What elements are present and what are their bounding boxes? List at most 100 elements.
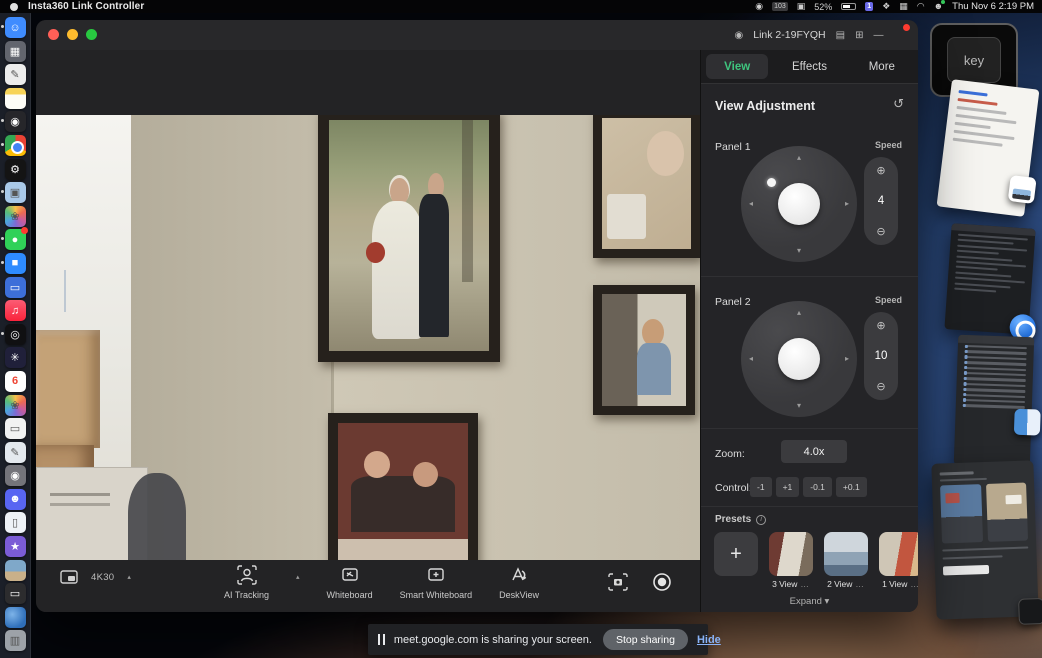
smart-whiteboard-button[interactable]: Smart Whiteboard [400, 564, 473, 600]
dock-item-calendar[interactable]: 6 [5, 371, 26, 392]
joystick-left-icon[interactable]: ◂ [749, 354, 753, 363]
preset-more-icon[interactable]: … [910, 579, 918, 589]
tab-view[interactable]: View [706, 54, 768, 79]
speed-decrease-icon[interactable]: ⊖ [876, 380, 885, 393]
dock-item-finder[interactable]: ☺ [5, 17, 26, 38]
dock-item-screenshot-file[interactable] [5, 560, 26, 581]
ai-tracking-label: AI Tracking [224, 590, 269, 600]
preset-thumbnail-3[interactable] [879, 532, 918, 576]
dock-item-messages[interactable]: ● [5, 229, 26, 250]
zoom-value-button[interactable]: 4.0x [781, 440, 847, 463]
dock-item-preview-app[interactable]: ▭ [5, 418, 26, 439]
control-button-+1[interactable]: +1 [776, 477, 800, 497]
status-circle-icon[interactable]: ◉ [755, 0, 763, 13]
control-button--0.1[interactable]: -0.1 [803, 477, 832, 497]
joystick-up-icon[interactable]: ▴ [797, 153, 801, 162]
top-right-photo-frame [593, 115, 700, 258]
wifi-icon[interactable]: ◠ [917, 0, 925, 13]
panel1-joystick[interactable]: ▴ ▾ ◂ ▸ [741, 146, 857, 262]
dock-item-iphone-mirroring[interactable]: ▯ [5, 512, 26, 533]
resolution-caret-icon[interactable]: ▴ [127, 573, 131, 581]
shield-icon[interactable]: ❖ [882, 0, 890, 13]
speed-increase-icon[interactable]: ⊕ [876, 319, 885, 332]
dock-item-launchpad[interactable]: ▦ [5, 41, 26, 62]
dock-item-insta360-link-controller[interactable]: ▣ [5, 182, 26, 203]
joystick-down-icon[interactable]: ▾ [797, 401, 801, 410]
hide-link[interactable]: Hide [697, 634, 721, 646]
dock-item-chrome[interactable] [5, 135, 26, 156]
dock-item-music[interactable]: ♫ [5, 300, 26, 321]
dock-item-trash[interactable]: ▥ [5, 630, 26, 651]
ai-tracking-caret-icon[interactable]: ▴ [296, 573, 300, 581]
firmware-icon[interactable]: ▤ [836, 30, 845, 41]
battery-mah-badge[interactable]: 103 [772, 2, 788, 11]
dock-item-gray-circle-app[interactable]: ◉ [5, 465, 26, 486]
record-button[interactable] [652, 572, 672, 592]
deskview-button[interactable]: DeskView [499, 564, 539, 600]
collapse-icon[interactable]: — [873, 30, 883, 41]
dock-item-stamp-app[interactable]: ✎ [5, 442, 26, 463]
joystick-left-icon[interactable]: ◂ [749, 199, 753, 208]
preset-thumbnail-2[interactable] [824, 532, 868, 576]
dock-item-photos[interactable]: ❀ [5, 206, 26, 227]
preset-more-icon[interactable]: … [855, 579, 865, 589]
snapshot-button[interactable] [608, 573, 628, 591]
dock-item-notes[interactable] [5, 88, 26, 109]
user-status-icon[interactable]: ☻ [934, 0, 943, 13]
dock-item-photo-booth[interactable]: ◉ [5, 111, 26, 132]
document-window-preview[interactable] [937, 79, 1040, 217]
dock-item-dark-file[interactable]: ▭ [5, 583, 26, 604]
zoom-window-button[interactable] [86, 29, 97, 40]
battery-icon[interactable] [841, 3, 856, 10]
meet-icon: ▭ [5, 277, 26, 298]
terminal-window-preview[interactable] [944, 223, 1035, 335]
tab-more[interactable]: More [851, 54, 913, 79]
launchpad-icon: ▦ [5, 41, 26, 62]
dock-item-obs[interactable]: ◎ [5, 324, 26, 345]
control-button--1[interactable]: -1 [750, 477, 772, 497]
camera-device-icon[interactable]: ◉ [735, 30, 744, 41]
dock-item-colorsync[interactable]: ❀ [5, 395, 26, 416]
presets-info-icon[interactable]: i [756, 515, 766, 525]
apple-menu-icon[interactable] [10, 3, 18, 11]
control-button-+0.1[interactable]: +0.1 [836, 477, 867, 497]
speed-increase-icon[interactable]: ⊕ [876, 164, 885, 177]
add-preset-button[interactable]: + [714, 532, 758, 576]
resolution-selector[interactable]: 4K30 [91, 572, 114, 583]
tab-effects[interactable]: Effects [778, 54, 840, 79]
joystick-knob[interactable] [778, 338, 820, 380]
dock-item-color-app[interactable]: ✳ [5, 347, 26, 368]
file-list-window-preview[interactable] [954, 335, 1034, 468]
dock-item-utility-gear[interactable]: ⚙ [5, 159, 26, 180]
joystick-right-icon[interactable]: ▸ [845, 199, 849, 208]
dock-item-freeform[interactable]: ✎ [5, 64, 26, 85]
joystick-up-icon[interactable]: ▴ [797, 308, 801, 317]
joystick-down-icon[interactable]: ▾ [797, 246, 801, 255]
preset-thumbnail-1[interactable] [769, 532, 813, 576]
dock-item-downloads[interactable] [5, 607, 26, 628]
menubar-clock[interactable]: Thu Nov 6 2:19 PM [952, 1, 1034, 12]
close-button[interactable] [48, 29, 59, 40]
expand-toggle[interactable]: Expand ▾ [701, 596, 918, 607]
pip-button[interactable] [60, 570, 78, 584]
dock-item-meet[interactable]: ▭ [5, 277, 26, 298]
dock-item-discord[interactable]: ☻ [5, 489, 26, 510]
whiteboard-button[interactable]: Whiteboard [327, 564, 373, 600]
ai-tracking-button[interactable]: AI Tracking [224, 564, 269, 600]
input-source-badge[interactable]: 1 [865, 2, 873, 11]
stamp-app-icon: ✎ [5, 442, 26, 463]
store-window-preview[interactable] [931, 460, 1038, 619]
minimize-button[interactable] [67, 29, 78, 40]
joystick-knob[interactable] [778, 183, 820, 225]
preset-more-icon[interactable]: … [800, 579, 810, 589]
device-settings-icon[interactable]: ⊞ [855, 30, 863, 41]
stop-sharing-button[interactable]: Stop sharing [603, 629, 688, 650]
grid-status-icon[interactable]: ▦ [899, 0, 908, 13]
joystick-right-icon[interactable]: ▸ [845, 354, 849, 363]
dock-item-zoom[interactable]: ■ [5, 253, 26, 274]
speed-decrease-icon[interactable]: ⊖ [876, 225, 885, 238]
lock-icon[interactable]: ▣ [797, 0, 806, 13]
dock-item-star-app[interactable]: ★ [5, 536, 26, 557]
reset-icon[interactable]: ↺ [893, 96, 904, 112]
panel2-joystick[interactable]: ▴ ▾ ◂ ▸ [741, 301, 857, 417]
